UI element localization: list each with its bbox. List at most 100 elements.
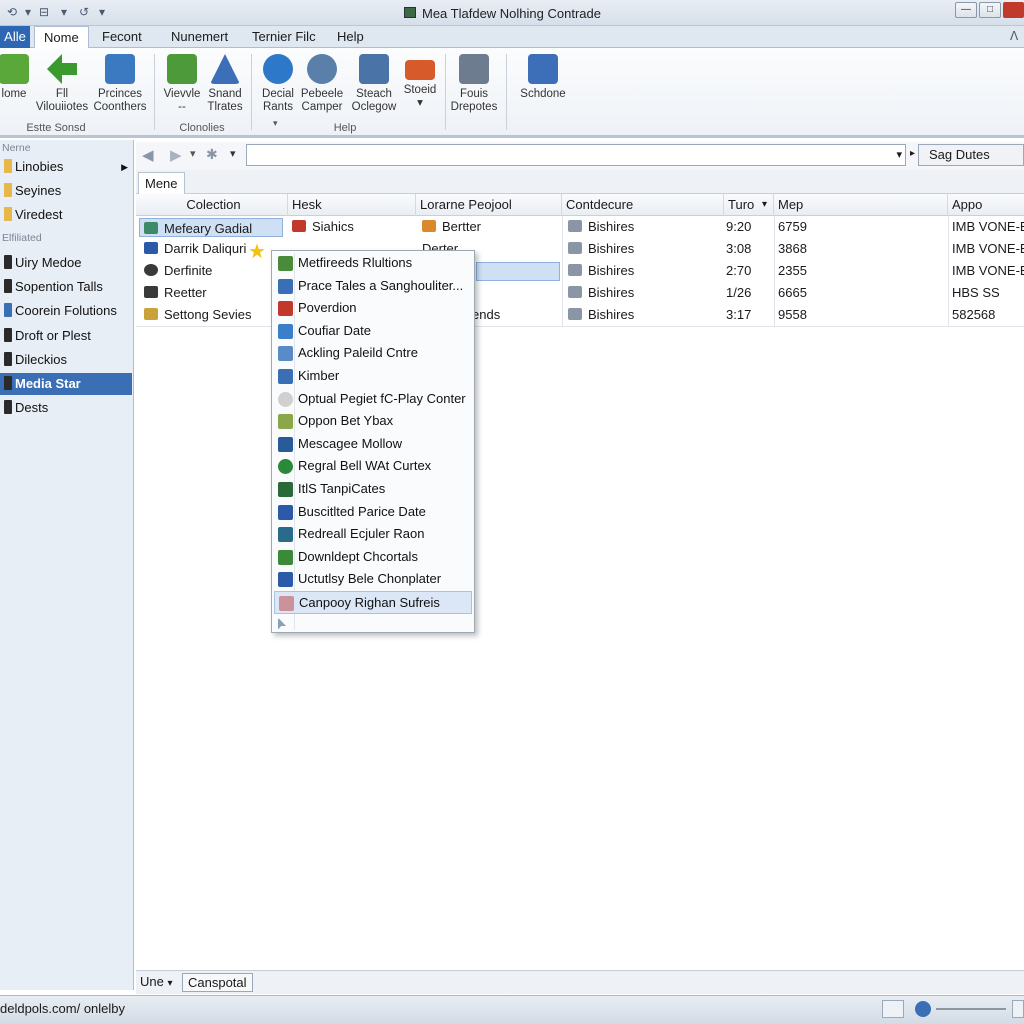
sort-arrow-icon[interactable]: ▾ — [762, 199, 767, 210]
menu-item[interactable]: Downldept Chcortals — [274, 546, 472, 569]
villiotes-button[interactable]: Fll Vilouiiotes — [34, 52, 90, 118]
cell-colection[interactable]: Settong Sevies — [144, 304, 274, 326]
address-bar[interactable]: ▾ — [246, 144, 906, 166]
menu-item[interactable]: Ackling Paleild Cntre — [274, 342, 472, 365]
column-header-lorarne-peojool[interactable]: Lorarne Peojool — [416, 194, 562, 216]
cell-colection[interactable]: Reetter — [144, 282, 274, 304]
sidebar-item-droft-or-plest[interactable]: Droft or Plest — [0, 325, 132, 347]
pebeele-button[interactable]: Pebeele Camper — [294, 52, 350, 118]
cell-turo: 2:70 — [726, 263, 752, 278]
sidebar-item-dileckios[interactable]: Dileckios — [0, 349, 132, 371]
table-row[interactable]: Mefeary Gadial Siahics Bertter Bishires … — [136, 216, 1024, 238]
maximize-button[interactable]: □ — [979, 2, 1001, 18]
menu-item[interactable]: Regral Bell WAt Curtex — [274, 455, 472, 478]
sidebar-item-linobies[interactable]: Linobies ▶ — [0, 156, 132, 178]
more-icon[interactable]: ▾ — [94, 4, 110, 20]
tab-home[interactable]: Nome — [34, 26, 89, 49]
sidebar-section-header: Nerne — [2, 142, 31, 154]
status-settings-icon[interactable] — [882, 1000, 904, 1018]
toolbox-icon — [405, 60, 435, 80]
sidebar-item-sopention-talls[interactable]: Sopention Talls — [0, 276, 132, 298]
menu-item-icon — [278, 459, 293, 475]
group-label: Estte Sonsd — [26, 122, 86, 134]
stoeid-button[interactable]: Stoeid ▾ — [392, 52, 448, 118]
tab-mene[interactable]: Mene — [138, 172, 185, 194]
customize-icon[interactable]: ▾ — [56, 4, 72, 20]
column-header-colection[interactable]: Colection — [136, 194, 288, 216]
table-row[interactable]: Darrik Daliquri ★ Derter Bishires 3:08 3… — [136, 238, 1024, 263]
close-button[interactable] — [1003, 2, 1024, 18]
cell-colection[interactable]: Derfinite — [144, 260, 274, 282]
search-placeholder: Sag Dutes — [929, 147, 990, 162]
menu-item-icon — [278, 369, 293, 384]
menu-item[interactable]: Prace Tales a Sanghouliter... — [274, 275, 472, 298]
redo-icon[interactable]: ↺ — [76, 4, 92, 20]
menu-item[interactable]: Optual Pegiet fC-Play Conter — [274, 388, 472, 411]
menu-item[interactable]: Mescagee Mollow — [274, 433, 472, 456]
view-selector[interactable]: Une ▾ — [140, 974, 173, 989]
column-header-appo[interactable]: Appo — [948, 194, 1024, 216]
dropdown-icon[interactable]: ▾ — [20, 4, 36, 20]
tab-fecont[interactable]: Fecont — [93, 26, 151, 48]
view-dropdown-icon[interactable]: ▾ — [167, 978, 172, 989]
column-header-contdecure[interactable]: Contdecure — [562, 194, 724, 216]
document-icon — [568, 220, 582, 232]
tab-canspotal[interactable]: Canspotal — [182, 973, 253, 992]
menu-item[interactable]: ItlS TanpiCates — [274, 478, 472, 501]
globe-icon — [915, 1001, 931, 1017]
sidebar-item-viredest[interactable]: Viredest — [0, 204, 132, 226]
search-input[interactable]: Sag Dutes — [918, 144, 1024, 166]
fouis-button[interactable]: Fouis Drepotes — [446, 52, 502, 118]
forward-dropdown-icon[interactable]: ▾ — [190, 147, 196, 160]
tab-nunemert[interactable]: Nunemert — [162, 26, 237, 48]
sidebar-item-dests[interactable]: Dests — [0, 397, 132, 419]
save-icon[interactable]: ⊟ — [36, 4, 52, 20]
table-row[interactable]: Settong Sevies ends Bishires 3:17 9558 5… — [136, 304, 1024, 326]
tab-file[interactable]: Alle — [0, 26, 30, 48]
menu-item[interactable]: Uctutlsy Bele Chonplater — [274, 568, 472, 591]
sidebar-item-coorein-folutions[interactable]: Coorein Folutions — [0, 300, 132, 322]
zoom-button[interactable] — [1012, 1000, 1024, 1018]
column-header-hesk[interactable]: Hesk — [288, 194, 416, 216]
group-dropdown-icon[interactable]: ▾ — [273, 118, 278, 129]
tab-ternier-filc[interactable]: Ternier Filc — [243, 26, 325, 48]
menu-item-highlighted[interactable]: Canpooy Righan Sufreis — [274, 591, 472, 614]
cell-appo: IMB VONE-ED — [952, 263, 1024, 278]
cell-colection[interactable]: Mefeary Gadial — [139, 218, 283, 237]
refresh-icon[interactable]: ✱ — [206, 146, 218, 163]
zoom-slider[interactable] — [936, 1008, 1006, 1010]
menu-item[interactable]: Coufiar Date — [274, 320, 472, 343]
triangle-icon — [210, 54, 240, 84]
schdone-button[interactable]: Schdone — [514, 52, 572, 118]
table-row[interactable]: Reetter Bishires 1/26 6665 HBS SS — [136, 282, 1024, 304]
search-scope-icon[interactable]: ▸ — [910, 148, 915, 159]
sidebar-item-uiry-medoe[interactable]: Uiry Medoe — [0, 252, 132, 274]
menu-item[interactable]: Buscitlted Parice Date — [274, 501, 472, 524]
prcinces-button[interactable]: Prcinces Coonthers — [92, 52, 148, 118]
column-header-mep[interactable]: Mep — [774, 194, 948, 216]
expand-arrow-icon[interactable]: ▶ — [121, 156, 128, 178]
back-button[interactable]: ◀ — [142, 146, 154, 164]
history-dropdown-icon[interactable]: ▾ — [230, 147, 236, 160]
table-row[interactable]: Derfinite Bishires 2:70 2355 IMB VONE-ED — [136, 260, 1024, 282]
menu-item[interactable]: Kimber — [274, 365, 472, 388]
tab-help[interactable]: Help — [328, 26, 373, 48]
menu-item[interactable]: Poverdion — [274, 297, 472, 320]
menu-item[interactable]: Redreall Ecjuler Raon — [274, 523, 472, 546]
minimize-button[interactable]: — — [955, 2, 977, 18]
sidebar-item-seyines[interactable]: Seyines — [0, 180, 132, 202]
menu-item-icon — [278, 346, 293, 362]
forward-button[interactable]: ▶ — [170, 146, 182, 164]
snand-button[interactable]: Snand Tlrates — [197, 52, 253, 118]
menu-item[interactable]: Metfireeds Rlultions — [274, 252, 472, 275]
menu-item[interactable]: Oppon Bet Ybax — [274, 410, 472, 433]
ribbon-collapse-icon[interactable]: ᐱ — [1010, 29, 1018, 43]
sidebar-item-media-star[interactable]: Media Star — [0, 373, 132, 395]
item-icon — [144, 308, 158, 320]
menu-item[interactable] — [274, 614, 472, 637]
cell-colection[interactable]: Darrik Daliquri — [144, 238, 256, 260]
column-divider — [562, 216, 563, 326]
undo-icon[interactable]: ⟲ — [4, 4, 20, 20]
window-icon — [359, 54, 389, 84]
address-dropdown-icon[interactable]: ▾ — [896, 148, 902, 161]
